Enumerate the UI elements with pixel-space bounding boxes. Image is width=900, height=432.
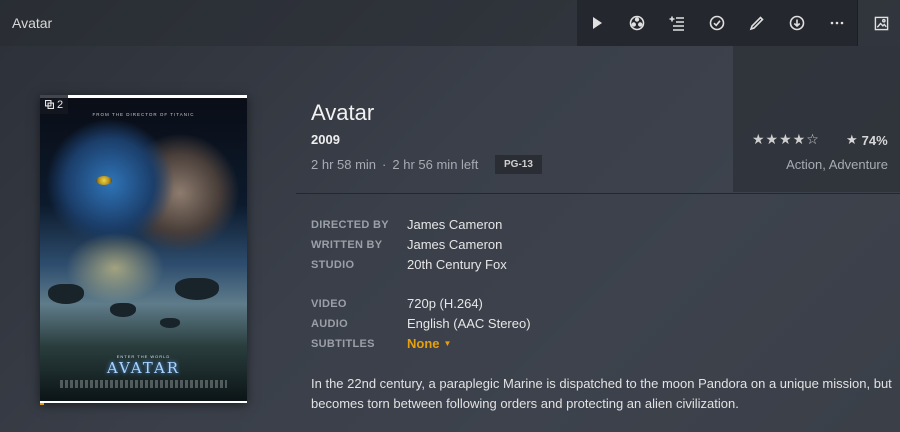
video-value: 720p (H.264): [407, 296, 483, 311]
poster-floating-island: [160, 318, 180, 328]
movie-summary: In the 22nd century, a paraplegic Marine…: [311, 376, 892, 411]
directed-by-label: DIRECTED BY: [311, 219, 389, 231]
more-button[interactable]: [817, 0, 857, 46]
poster-artwork: FROM THE DIRECTOR OF TITANIC ENTER THE W…: [40, 98, 247, 401]
subtitles-select[interactable]: None ▼: [407, 336, 451, 351]
poster-floating-island: [48, 284, 84, 304]
movie-year: 2009: [311, 132, 340, 147]
duration: 2 hr 58 min: [311, 157, 377, 172]
download-icon: [789, 15, 805, 31]
section-divider: [296, 193, 900, 194]
version-count-badge: 2: [40, 95, 69, 114]
play-icon: [593, 17, 602, 29]
edit-button[interactable]: [737, 0, 777, 46]
director-link[interactable]: James Cameron: [407, 217, 502, 232]
poster-floating-island: [110, 303, 136, 317]
audio-label: AUDIO: [311, 318, 348, 330]
chevron-down-icon: ▼: [443, 339, 452, 348]
add-list-icon: [669, 16, 684, 31]
more-icon: [830, 21, 844, 25]
star-rating[interactable]: ★★★★☆: [752, 131, 820, 148]
poster-eye: [96, 176, 112, 185]
video-label: VIDEO: [311, 298, 347, 310]
studio-link[interactable]: 20th Century Fox: [407, 257, 507, 272]
version-count: 2: [57, 98, 64, 111]
play-button[interactable]: [577, 0, 617, 46]
duration-info: 2 hr 58 min · 2 hr 56 min left: [311, 157, 478, 172]
movie-poster[interactable]: FROM THE DIRECTOR OF TITANIC ENTER THE W…: [40, 95, 247, 405]
change-artwork-button[interactable]: [862, 0, 900, 46]
studio-label: STUDIO: [311, 259, 355, 271]
content-rating-badge: PG-13: [495, 155, 542, 174]
image-icon: [874, 16, 888, 30]
poster-floating-island: [175, 278, 219, 300]
movie-title: Avatar: [311, 100, 375, 125]
poster-tagline: FROM THE DIRECTOR OF TITANIC: [92, 112, 195, 117]
poster-credits: [60, 380, 227, 388]
audience-rating: ★ 74%: [846, 132, 888, 148]
poster-title: AVATAR: [106, 359, 181, 377]
pencil-icon: [749, 16, 764, 31]
duration-separator: ·: [382, 157, 387, 172]
action-toolbar: [577, 0, 857, 46]
genres: Action, Adventure: [786, 157, 888, 172]
writer-link[interactable]: James Cameron: [407, 237, 502, 252]
audience-score: 74%: [861, 132, 888, 148]
add-to-playlist-button[interactable]: [657, 0, 697, 46]
time-left: 2 hr 56 min left: [392, 157, 479, 172]
mark-watched-button[interactable]: [697, 0, 737, 46]
toolbar-divider: [857, 0, 858, 46]
page-title: Avatar: [12, 15, 53, 31]
copies-icon: [45, 100, 54, 109]
film-reel-icon: [629, 15, 645, 31]
audience-star-icon: ★: [846, 132, 858, 147]
subtitles-label: SUBTITLES: [311, 338, 375, 350]
trailer-button[interactable]: [617, 0, 657, 46]
check-circle-icon: [709, 15, 725, 31]
download-button[interactable]: [777, 0, 817, 46]
subtitles-value[interactable]: None: [407, 336, 440, 351]
written-by-label: WRITTEN BY: [311, 239, 383, 251]
watch-progress-bar: [40, 403, 45, 405]
audio-select[interactable]: English (AAC Stereo): [407, 316, 531, 331]
